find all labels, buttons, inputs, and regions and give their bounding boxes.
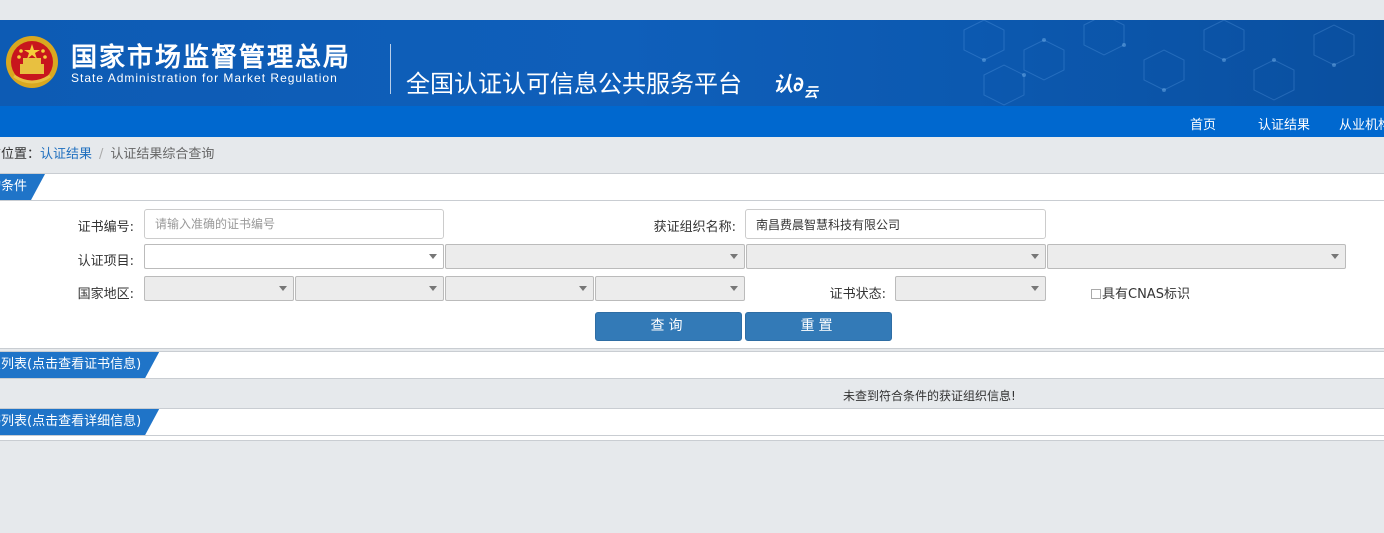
renzheng-yun-logo: 认∂云 [773, 68, 818, 102]
cert-no-input[interactable] [144, 209, 444, 239]
cert-list-title: 书列表(点击查看详细信息) [0, 409, 159, 435]
region-select-4[interactable] [595, 276, 745, 301]
logo-char-b: 云 [803, 85, 818, 101]
chevron-down-icon [579, 286, 587, 291]
logo-char-a: 认 [773, 72, 793, 96]
main-navbar: 首页 认证结果 从业机构 [0, 106, 1384, 137]
chevron-down-icon [1031, 286, 1039, 291]
cert-status-label: 证书状态: [829, 287, 886, 302]
header-banner: 国家市场监督管理总局 State Administration for Mark… [0, 20, 1384, 106]
cert-project-select-3[interactable] [746, 244, 1046, 269]
agency-name-en: State Administration for Market Regulati… [71, 71, 338, 85]
cert-project-select-2[interactable] [445, 244, 745, 269]
org-list-header: 识列表(点击查看证书信息) [0, 351, 1384, 379]
cert-project-label: 认证项目: [77, 254, 134, 269]
cnas-checkbox-wrapper[interactable]: 具有CNAS标识 [1091, 283, 1190, 302]
chevron-down-icon [429, 286, 437, 291]
platform-title: 全国认证认可信息公共服务平台 [406, 70, 742, 98]
breadcrumb: 前位置：认证结果 / 认证结果综合查询 [0, 143, 214, 162]
top-strip [0, 0, 1384, 20]
cert-project-select-4[interactable] [1047, 244, 1346, 269]
region-select-1[interactable] [144, 276, 294, 301]
nav-cert-results[interactable]: 认证结果 [1258, 114, 1310, 133]
chevron-down-icon [279, 286, 287, 291]
org-name-label: 获证组织名称: [653, 220, 736, 235]
cert-no-label: 证书编号: [77, 220, 134, 235]
national-emblem-icon [6, 36, 58, 88]
nav-institutions[interactable]: 从业机构 [1339, 114, 1384, 133]
chevron-down-icon [429, 254, 437, 259]
breadcrumb-prefix: 前位置： [0, 147, 41, 162]
search-button[interactable]: 查询 [595, 312, 742, 341]
org-name-input[interactable] [745, 209, 1046, 239]
org-list-empty-row [0, 384, 1384, 406]
org-list-title: 识列表(点击查看证书信息) [0, 352, 159, 378]
header-divider [390, 44, 391, 94]
region-select-3[interactable] [445, 276, 594, 301]
logo-swirl-icon: ∂ [793, 72, 804, 96]
region-select-2[interactable] [295, 276, 444, 301]
chevron-down-icon [730, 254, 738, 259]
cnas-checkbox[interactable] [1091, 289, 1101, 299]
org-list-empty-message: 未查到符合条件的获证组织信息! [843, 389, 1016, 403]
chevron-down-icon [1331, 254, 1339, 259]
nav-home[interactable]: 首页 [1190, 114, 1216, 133]
breadcrumb-current: 认证结果综合查询 [110, 147, 215, 162]
query-section-header: 询条件 [0, 173, 1384, 201]
hexagon-pattern-decoration [963, 20, 1355, 106]
cert-list-body [0, 436, 1384, 441]
query-section-title: 询条件 [0, 174, 45, 200]
cert-project-select-1[interactable] [144, 244, 444, 269]
chevron-down-icon [1031, 254, 1039, 259]
agency-name-cn: 国家市场监督管理总局 [71, 43, 352, 73]
chevron-down-icon [730, 286, 738, 291]
reset-button[interactable]: 重置 [745, 312, 892, 341]
region-label: 国家地区: [77, 287, 134, 302]
breadcrumb-link-cert-results[interactable]: 认证结果 [40, 147, 92, 162]
breadcrumb-separator: / [99, 147, 104, 162]
cert-list-header: 书列表(点击查看详细信息) [0, 408, 1384, 436]
cnas-checkbox-label: 具有CNAS标识 [1102, 287, 1190, 302]
cert-status-select[interactable] [895, 276, 1046, 301]
